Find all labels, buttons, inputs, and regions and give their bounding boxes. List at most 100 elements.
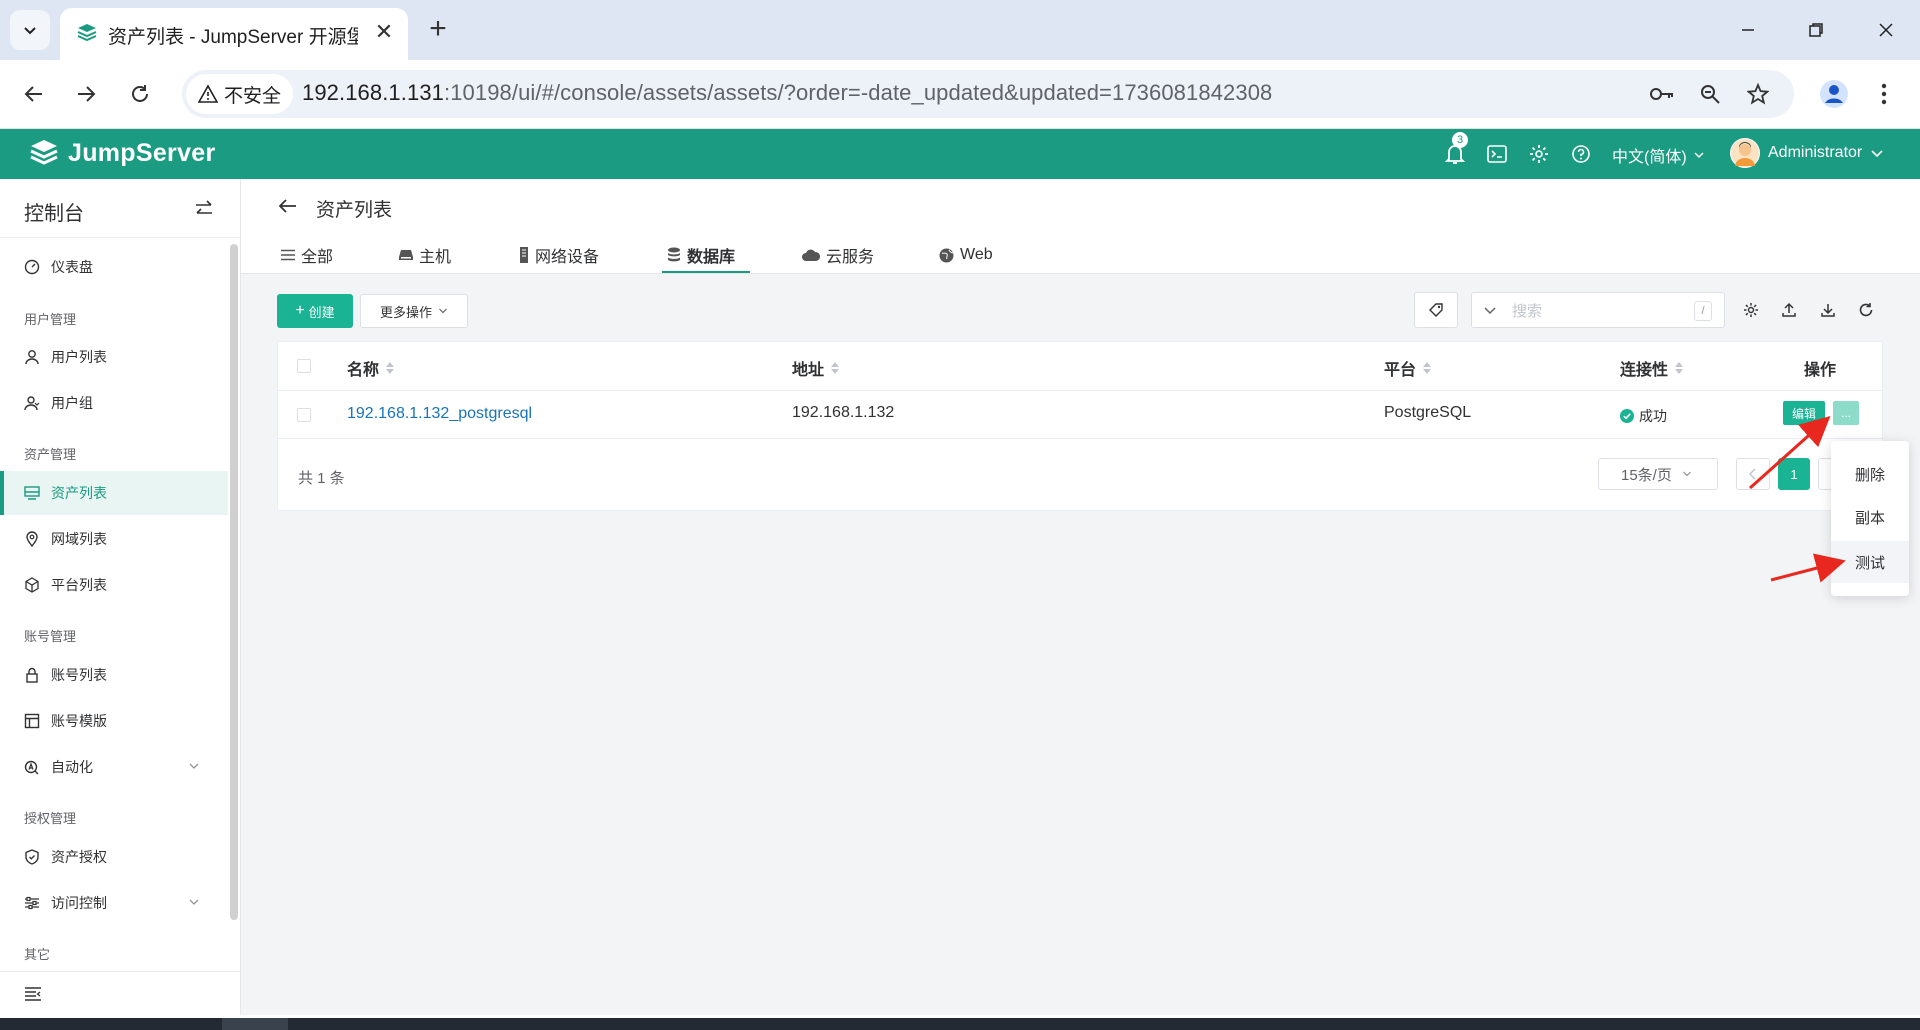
os-taskbar	[0, 1018, 1920, 1030]
sidebar-item-dashboard[interactable]: 仪表盘	[0, 245, 228, 289]
dropdown-item-delete[interactable]: 删除	[1831, 453, 1909, 495]
tab-all[interactable]: 全部	[281, 239, 333, 271]
password-key-icon[interactable]	[1646, 78, 1678, 110]
sidebar-item-platform-list[interactable]: 平台列表	[0, 563, 228, 607]
column-header-address[interactable]: 地址	[792, 356, 840, 380]
sidebar-item-user-list[interactable]: 用户列表	[0, 335, 228, 379]
back-arrow-icon[interactable]	[277, 195, 299, 217]
sidebar-item-access-control[interactable]: 访问控制	[0, 881, 228, 925]
column-header-name[interactable]: 名称	[347, 356, 395, 380]
tab-network-device[interactable]: 网络设备	[519, 239, 599, 271]
logo-text: JumpServer	[68, 138, 216, 167]
url-path: :10198/ui/#/console/assets/assets/?order…	[444, 80, 1273, 105]
browser-tab[interactable]: 资产列表 - JumpServer 开源堡垒机 ✕	[60, 8, 408, 60]
shield-icon	[23, 848, 41, 866]
jumpserver-logo-icon	[30, 140, 58, 165]
tab-list-button[interactable]	[10, 10, 50, 50]
sidebar-title: 控制台	[24, 203, 84, 225]
main-content: 资产列表 全部 主机 网络设备 数据库 云服务 Web + 创建 更多操作 搜索…	[241, 179, 1920, 1015]
back-button[interactable]	[14, 74, 54, 114]
zoom-icon[interactable]	[1694, 78, 1726, 110]
taskbar-item[interactable]	[222, 1018, 288, 1030]
page-number-button[interactable]: 1	[1778, 458, 1810, 490]
create-button[interactable]: + 创建	[277, 294, 353, 328]
sidebar-item-label: 自动化	[51, 759, 93, 775]
tab-web[interactable]: Web	[939, 239, 993, 271]
table-row[interactable]: 192.168.1.132_postgresql 192.168.1.132 P…	[278, 390, 1882, 439]
table-settings-gear-icon[interactable]	[1740, 299, 1762, 321]
new-tab-button[interactable]: +	[422, 14, 454, 46]
sidebar-scrollbar[interactable]	[230, 244, 238, 920]
sidebar-item-asset-permission[interactable]: 资产授权	[0, 835, 228, 879]
page-size-label: 15条/页	[1621, 466, 1672, 484]
list-icon	[281, 249, 295, 261]
dropdown-item-clone[interactable]: 副本	[1831, 496, 1909, 538]
sidebar-item-asset-list[interactable]: 资产列表	[0, 471, 228, 515]
more-actions-button[interactable]: 更多操作	[360, 294, 468, 328]
tab-cloud[interactable]: 云服务	[802, 239, 874, 271]
sidebar-item-user-group[interactable]: 用户组	[0, 381, 228, 425]
browser-menu-button[interactable]	[1864, 74, 1904, 114]
asset-name-link[interactable]: 192.168.1.132_postgresql	[347, 405, 532, 423]
search-input[interactable]	[1510, 299, 1684, 323]
user-group-icon	[23, 394, 41, 412]
profile-button[interactable]	[1814, 74, 1854, 114]
tab-database[interactable]: 数据库	[667, 239, 735, 271]
sort-icon[interactable]	[830, 361, 840, 375]
collapse-menu-icon[interactable]	[24, 986, 42, 1007]
logo[interactable]: JumpServer	[28, 138, 216, 168]
cube-icon	[23, 576, 41, 594]
tab-host[interactable]: 主机	[399, 239, 451, 271]
forward-button[interactable]	[66, 74, 106, 114]
row-checkbox[interactable]	[297, 408, 311, 422]
sidebar-item-account-template[interactable]: 账号模版	[0, 699, 228, 743]
tag-filter-button[interactable]	[1414, 292, 1458, 328]
dropdown-item-test[interactable]: 测试	[1831, 541, 1909, 583]
sidebar-item-account-list[interactable]: 账号列表	[0, 653, 228, 697]
select-all-checkbox[interactable]	[297, 359, 311, 373]
url-text[interactable]: 192.168.1.131:10198/ui/#/console/assets/…	[302, 80, 1272, 106]
chevron-left-icon	[1749, 468, 1756, 480]
page-size-select[interactable]: 15条/页	[1598, 458, 1718, 490]
more-actions-dots-button[interactable]: ...	[1833, 401, 1859, 425]
sort-icon[interactable]	[385, 361, 395, 375]
avatar	[1730, 138, 1760, 168]
column-header-connectivity[interactable]: 连接性	[1620, 356, 1684, 380]
tab-label: 数据库	[687, 249, 736, 266]
monitor-icon	[23, 484, 41, 502]
switch-view-icon[interactable]	[192, 197, 216, 221]
help-icon[interactable]	[1569, 142, 1593, 166]
settings-gear-icon[interactable]	[1527, 142, 1551, 166]
refresh-icon[interactable]	[1855, 299, 1877, 321]
success-check-icon	[1620, 409, 1634, 423]
column-header-platform[interactable]: 平台	[1384, 356, 1432, 380]
language-selector[interactable]: 中文(简体)	[1612, 143, 1705, 167]
sort-icon[interactable]	[1674, 361, 1684, 375]
notification-count-badge: 3	[1452, 132, 1468, 148]
terminal-icon[interactable]	[1485, 142, 1509, 166]
close-window-button[interactable]	[1864, 12, 1908, 48]
sidebar-item-automation[interactable]: 自动化	[0, 745, 228, 789]
profile-icon	[1820, 80, 1848, 108]
reload-button[interactable]	[120, 74, 160, 114]
address-bar[interactable]: 不安全 192.168.1.131:10198/ui/#/console/ass…	[182, 70, 1794, 118]
edit-button[interactable]: 编辑	[1783, 401, 1825, 425]
bookmark-star-icon[interactable]	[1742, 78, 1774, 110]
search-box[interactable]: /	[1471, 292, 1725, 328]
minimize-button[interactable]	[1726, 12, 1770, 48]
page-header: 资产列表 全部 主机 网络设备 数据库 云服务 Web	[241, 179, 1920, 274]
sort-icon[interactable]	[1422, 361, 1432, 375]
restore-button[interactable]	[1794, 12, 1838, 48]
security-indicator[interactable]: 不安全	[186, 74, 294, 114]
sidebar-item-label: 用户组	[51, 395, 93, 411]
user-menu[interactable]: Administrator	[1730, 138, 1884, 168]
chevron-down-icon[interactable]	[1482, 302, 1498, 318]
prev-page-button[interactable]	[1736, 458, 1770, 490]
tab-close-icon[interactable]: ✕	[372, 20, 396, 44]
download-icon[interactable]	[1817, 299, 1839, 321]
sidebar: 控制台 仪表盘 用户管理 用户列表 用户组 资产管理 资产列表 网域列表 平台列…	[0, 179, 241, 1015]
sidebar-item-label: 平台列表	[51, 577, 107, 593]
upload-icon[interactable]	[1778, 299, 1800, 321]
app-header: JumpServer 3 中文(简体) Administrator	[0, 129, 1920, 179]
sidebar-item-zone-list[interactable]: 网域列表	[0, 517, 228, 561]
